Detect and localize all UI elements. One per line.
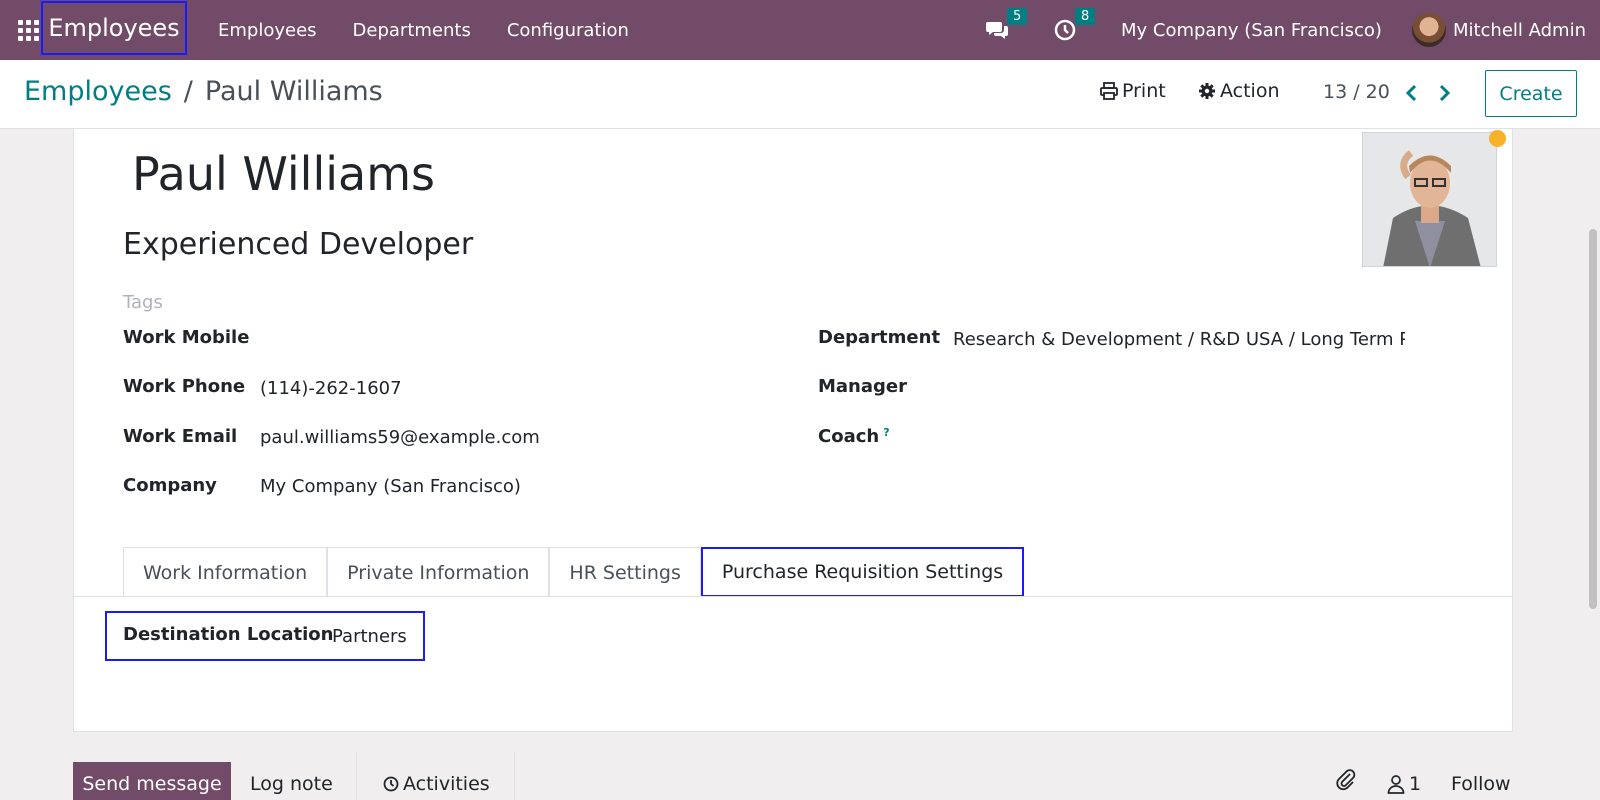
notebook-tabs: Work Information Private Information HR … xyxy=(123,547,1025,597)
menu-departments[interactable]: Departments xyxy=(353,20,471,41)
destination-location-input[interactable]: Partners xyxy=(332,626,407,647)
menu-employees[interactable]: Employees xyxy=(218,20,317,41)
messages-badge: 5 xyxy=(1006,8,1028,25)
work-phone-label: Work Phone xyxy=(123,376,246,397)
work-phone-input[interactable]: (114)-262-1607 xyxy=(260,378,760,399)
send-message-button[interactable]: Send message xyxy=(73,762,231,800)
work-email-input[interactable]: paul.williams59@example.com xyxy=(260,427,760,448)
company-switcher[interactable]: My Company (San Francisco) xyxy=(1121,20,1382,41)
breadcrumb-employees[interactable]: Employees xyxy=(24,76,172,107)
messages-button[interactable]: 5 xyxy=(985,8,1028,42)
printer-icon xyxy=(1100,82,1118,100)
activities-button[interactable]: 8 xyxy=(1053,8,1096,42)
action-label: Action xyxy=(1220,80,1280,102)
manager-label: Manager xyxy=(818,376,907,397)
action-button[interactable]: Action xyxy=(1198,80,1280,102)
chatter-bar: Send message Log note Activities 1 Follo… xyxy=(0,752,1600,800)
breadcrumb-separator: / xyxy=(183,76,193,107)
user-icon xyxy=(1387,775,1405,794)
job-title[interactable]: Experienced Developer xyxy=(123,227,473,262)
page-scrollbar[interactable] xyxy=(1585,129,1600,800)
chatter-divider xyxy=(514,752,515,800)
paperclip-icon[interactable] xyxy=(1334,768,1358,792)
activities-label: Activities xyxy=(403,773,490,795)
menu-configuration[interactable]: Configuration xyxy=(507,20,629,41)
app-brand[interactable]: Employees xyxy=(41,1,187,55)
tab-work-information[interactable]: Work Information xyxy=(123,547,328,597)
department-input[interactable]: Research & Development / R&D USA / Long … xyxy=(953,329,1405,350)
pager-value[interactable]: 13 / 20 xyxy=(1323,81,1390,103)
top-navbar: Employees Employees Departments Configur… xyxy=(0,0,1600,60)
gear-icon xyxy=(1199,83,1215,99)
pager-next-icon[interactable] xyxy=(1434,83,1454,103)
employee-photo[interactable] xyxy=(1362,132,1497,267)
coach-help-icon[interactable]: ? xyxy=(883,426,889,439)
chat-bubbles-icon xyxy=(985,22,1008,39)
activities-button-chatter[interactable]: Activities xyxy=(383,762,490,800)
apps-menu-icon[interactable] xyxy=(18,20,39,41)
pager-previous-icon[interactable] xyxy=(1402,83,1422,103)
activities-badge: 8 xyxy=(1074,8,1096,25)
company-input[interactable]: My Company (San Francisco) xyxy=(260,476,760,497)
breadcrumb-current: Paul Williams xyxy=(204,76,383,107)
user-name: Mitchell Admin xyxy=(1452,19,1586,41)
follow-button[interactable]: Follow xyxy=(1451,762,1511,800)
company-label: Company xyxy=(123,475,217,496)
destination-location-label: Destination Location xyxy=(123,624,334,645)
tags-field[interactable]: Tags xyxy=(123,292,163,313)
main-menu: Employees Departments Configuration xyxy=(218,0,665,60)
clock-icon xyxy=(1054,19,1076,41)
followers-button[interactable]: 1 xyxy=(1387,762,1421,800)
followers-count: 1 xyxy=(1409,773,1422,795)
department-label: Department xyxy=(818,327,941,348)
scrollbar-thumb[interactable] xyxy=(1589,229,1597,609)
breadcrumb: Employees / Paul Williams xyxy=(24,76,383,107)
work-email-label: Work Email xyxy=(123,426,238,447)
user-avatar xyxy=(1411,13,1446,47)
person-photo-icon xyxy=(1363,133,1496,266)
print-button[interactable]: Print xyxy=(1100,80,1166,102)
control-panel: Employees / Paul Williams Print Action 1… xyxy=(0,60,1600,129)
print-label: Print xyxy=(1122,80,1166,102)
presence-status-dot xyxy=(1489,130,1506,147)
chatter-divider xyxy=(356,752,357,800)
clock-icon xyxy=(383,776,399,792)
coach-label-text: Coach xyxy=(818,426,880,447)
log-note-button[interactable]: Log note xyxy=(250,762,333,800)
tab-hr-settings[interactable]: HR Settings xyxy=(549,547,701,597)
tabs-divider xyxy=(74,596,1514,597)
form-sheet: Paul Williams Experienced Developer Tags… xyxy=(73,129,1514,732)
systray: 5 8 My Company (San Francisco) Mitchell … xyxy=(985,0,1600,60)
tab-purchase-requisition-settings[interactable]: Purchase Requisition Settings xyxy=(700,547,1025,597)
employee-name[interactable]: Paul Williams xyxy=(132,147,435,201)
coach-label: Coach? xyxy=(818,426,890,447)
user-menu[interactable]: Mitchell Admin xyxy=(1411,13,1586,47)
tab-private-information[interactable]: Private Information xyxy=(327,547,550,597)
create-button[interactable]: Create xyxy=(1485,70,1577,117)
work-mobile-label: Work Mobile xyxy=(123,327,250,348)
